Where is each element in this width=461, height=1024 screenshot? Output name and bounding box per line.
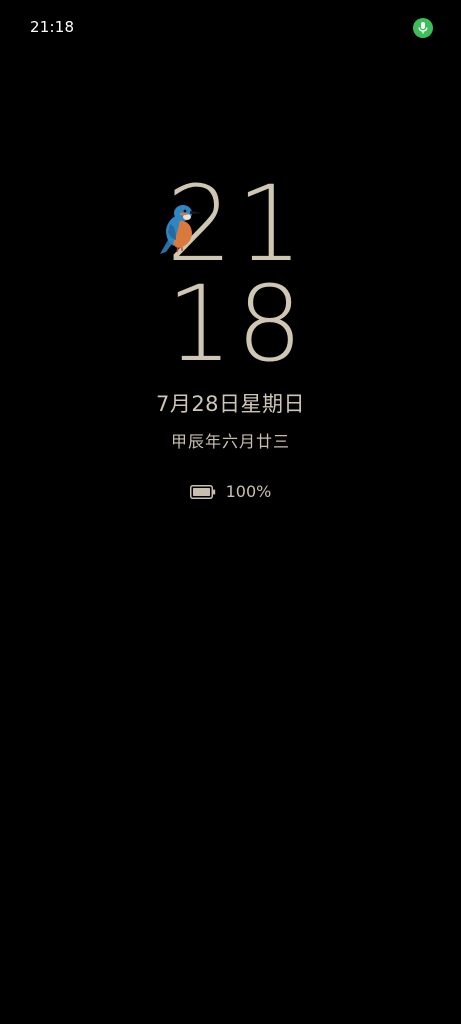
battery-status: 100% bbox=[0, 479, 461, 503]
clock-hours: 21 bbox=[166, 163, 307, 285]
battery-percentage: 100% bbox=[225, 481, 272, 501]
clock-minutes: 18 bbox=[166, 263, 307, 385]
status-bar-time: 21:18 bbox=[30, 18, 75, 36]
lockscreen-clock: 21 18 bbox=[0, 163, 461, 376]
date-gregorian: 7月28日星期日 bbox=[155, 392, 306, 416]
battery-icon bbox=[189, 484, 216, 499]
kingfisher-bird-icon bbox=[158, 200, 204, 258]
date-lunar: 甲辰年六月廿三 bbox=[170, 432, 290, 451]
status-bar: 21:18 bbox=[0, 0, 461, 56]
microphone-icon[interactable] bbox=[413, 18, 433, 38]
